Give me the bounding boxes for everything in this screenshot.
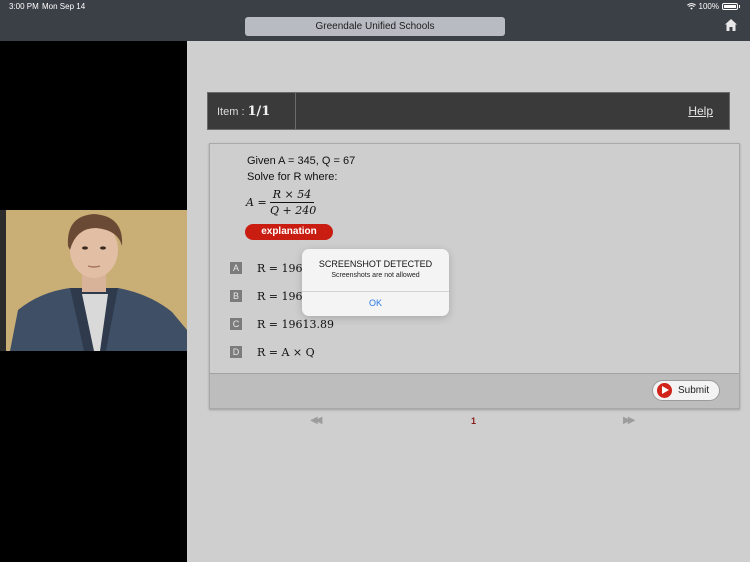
previous-page-icon[interactable]: ◀◀	[310, 415, 323, 426]
choice-letter[interactable]: A	[230, 262, 242, 274]
question-prompt: Solve for R where:	[247, 171, 338, 183]
webcam-image	[0, 210, 187, 351]
choice-letter[interactable]: B	[230, 290, 242, 302]
screenshot-alert: SCREENSHOT DETECTED Screenshots are not …	[302, 249, 449, 316]
status-time: 3:00 PM	[9, 2, 39, 11]
formula-denominator: Q + 240	[270, 204, 317, 217]
play-icon	[657, 383, 672, 398]
question-card: Given A = 345, Q = 67 Solve for R where:…	[209, 143, 740, 409]
main-content: Item :1/1 Help Given A = 345, Q = 67 Sol…	[187, 41, 750, 562]
next-page-icon[interactable]: ▶▶	[623, 415, 636, 426]
alert-divider	[302, 291, 449, 292]
status-indicators: 100%	[686, 2, 740, 11]
alert-ok-button[interactable]: OK	[302, 298, 449, 308]
choice-text[interactable]: R = 19613.89	[257, 318, 334, 331]
submit-button[interactable]: Submit	[652, 380, 720, 401]
question-given: Given A = 345, Q = 67	[247, 155, 356, 167]
item-counter: Item :1/1	[217, 104, 270, 119]
page-number[interactable]: 1	[471, 416, 476, 426]
choice-text[interactable]: R = A × Q	[257, 346, 315, 359]
choice-letter[interactable]: C	[230, 318, 242, 330]
item-header: Item :1/1 Help	[207, 92, 730, 130]
alert-message: Screenshots are not allowed	[331, 272, 420, 279]
formula-fraction: R × 54 Q + 240	[270, 188, 317, 217]
battery-cap	[739, 5, 740, 8]
help-link[interactable]: Help	[688, 104, 713, 118]
explanation-button[interactable]: explanation	[245, 224, 333, 240]
submit-bar: Submit	[210, 373, 739, 408]
formula-lhs: A =	[246, 196, 267, 209]
choice-letter[interactable]: D	[230, 346, 242, 358]
formula-numerator: R × 54	[270, 188, 314, 203]
pager: ◀◀ 1 ▶▶	[187, 415, 750, 429]
item-label: Item :	[217, 106, 245, 118]
camera-panel	[0, 41, 187, 562]
submit-label: Submit	[678, 385, 710, 396]
home-icon[interactable]	[724, 18, 738, 32]
alert-title: SCREENSHOT DETECTED	[318, 259, 433, 269]
app-title: Greendale Unified Schools	[245, 17, 505, 36]
wifi-icon	[686, 3, 696, 10]
webcam-feed	[0, 210, 187, 351]
battery-icon	[722, 3, 738, 10]
item-number: 1/1	[247, 104, 271, 119]
header-divider	[295, 93, 296, 129]
battery-percent: 100%	[698, 2, 719, 11]
top-bar: 3:00 PM Mon Sep 14 100% Greendale Unifie…	[0, 0, 750, 41]
status-date: Mon Sep 14	[42, 2, 86, 11]
